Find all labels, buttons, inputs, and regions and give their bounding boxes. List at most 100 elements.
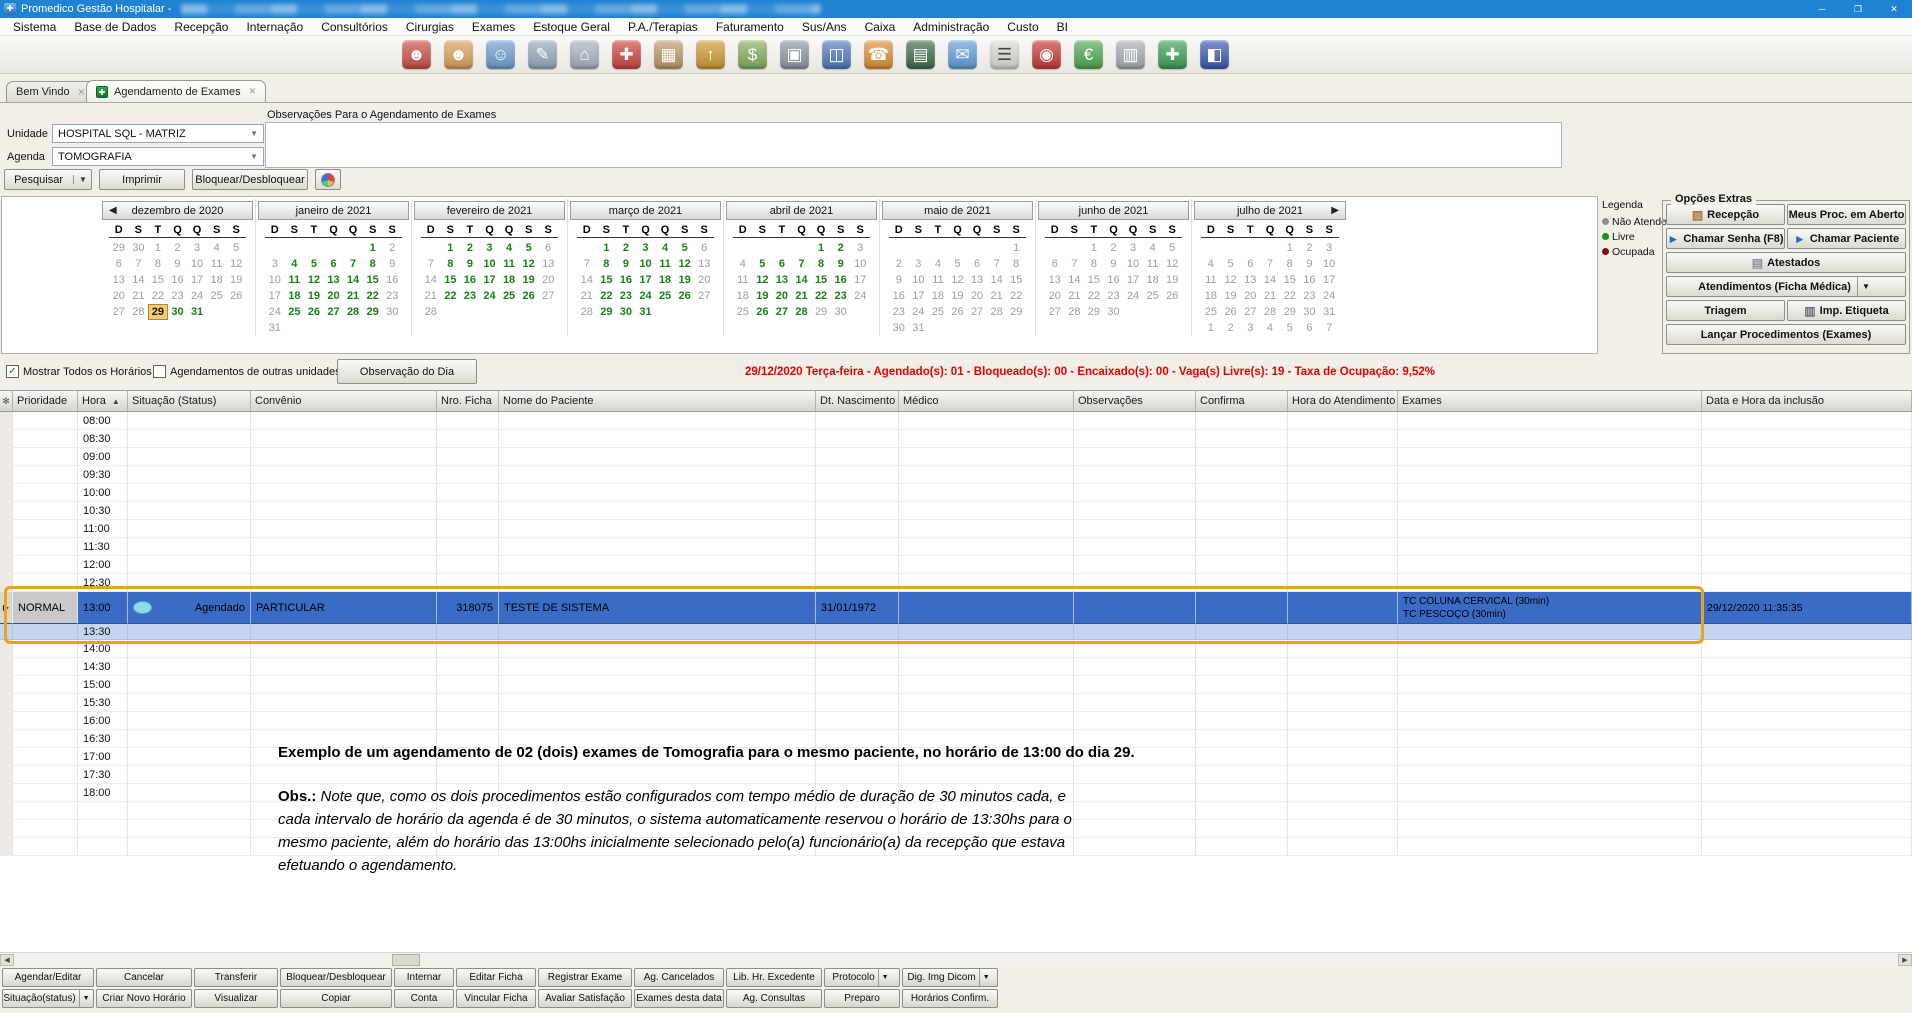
- month-header[interactable]: fevereiro de 2021: [414, 201, 565, 220]
- calendar-next-icon[interactable]: ▶: [1331, 205, 1339, 216]
- day-cell[interactable]: 23: [168, 288, 188, 304]
- time-slot-row[interactable]: 11:00: [0, 520, 1912, 538]
- day-cell[interactable]: 8: [148, 256, 168, 272]
- day-cell[interactable]: 4: [1143, 240, 1163, 256]
- day-cell[interactable]: 12: [753, 272, 773, 288]
- day-cell[interactable]: 13: [538, 256, 558, 272]
- day-cell[interactable]: 25: [1143, 288, 1163, 304]
- menu-item-12[interactable]: Administração: [904, 18, 998, 36]
- month-header[interactable]: julho de 2021▶: [1194, 201, 1346, 220]
- cancelar-button[interactable]: Cancelar: [96, 968, 192, 987]
- day-cell[interactable]: 24: [1123, 288, 1143, 304]
- minimize-button[interactable]: ─: [1804, 0, 1840, 18]
- day-cell[interactable]: 15: [811, 272, 831, 288]
- day-cell[interactable]: 1: [597, 240, 617, 256]
- column-header-nro-ficha[interactable]: Nro. Ficha: [437, 391, 499, 411]
- day-cell[interactable]: 28: [577, 304, 597, 320]
- day-cell[interactable]: 26: [753, 304, 773, 320]
- day-cell[interactable]: 1: [1084, 240, 1104, 256]
- transferir-button[interactable]: Transferir: [194, 968, 278, 987]
- day-cell[interactable]: 19: [304, 288, 324, 304]
- day-cell[interactable]: 20: [1045, 288, 1065, 304]
- day-cell[interactable]: 21: [1260, 288, 1280, 304]
- day-cell[interactable]: 20: [1240, 288, 1260, 304]
- day-cell[interactable]: 29: [1006, 304, 1026, 320]
- day-cell[interactable]: 21: [343, 288, 363, 304]
- day-cell[interactable]: 9: [831, 256, 851, 272]
- day-cell[interactable]: 14: [1260, 272, 1280, 288]
- day-cell[interactable]: 12: [675, 256, 695, 272]
- day-cell[interactable]: 21: [577, 288, 597, 304]
- day-cell[interactable]: 30: [382, 304, 402, 320]
- day-cell[interactable]: 17: [636, 272, 656, 288]
- day-cell[interactable]: 9: [382, 256, 402, 272]
- scroll-left-icon[interactable]: ◀: [0, 954, 14, 966]
- day-cell[interactable]: 30: [168, 304, 188, 320]
- chamar-paciente-button[interactable]: ►Chamar Paciente: [1787, 228, 1906, 249]
- imprimir-button[interactable]: Imprimir: [99, 169, 185, 190]
- day-cell[interactable]: 20: [694, 272, 714, 288]
- day-cell[interactable]: 30: [616, 304, 636, 320]
- day-cell[interactable]: 1: [148, 240, 168, 256]
- time-slot-row[interactable]: 08:30: [0, 430, 1912, 448]
- menu-item-5[interactable]: Cirurgias: [397, 18, 463, 36]
- day-cell[interactable]: 13: [772, 272, 792, 288]
- time-slot-row[interactable]: 11:30: [0, 538, 1912, 556]
- day-cell[interactable]: 4: [499, 240, 519, 256]
- day-cell[interactable]: 7: [1260, 256, 1280, 272]
- day-cell[interactable]: 9: [616, 256, 636, 272]
- chevron-down-icon[interactable]: ▼: [73, 175, 92, 184]
- day-cell[interactable]: 19: [226, 272, 246, 288]
- day-cell[interactable]: 30: [1300, 304, 1320, 320]
- day-cell[interactable]: 15: [1006, 272, 1026, 288]
- triagem-button[interactable]: Triagem: [1666, 300, 1785, 321]
- time-slot-row[interactable]: 10:30: [0, 502, 1912, 520]
- day-cell[interactable]: 10: [850, 256, 870, 272]
- day-cell[interactable]: 14: [421, 272, 441, 288]
- column-header-hora-do-atendimento[interactable]: Hora do Atendimento: [1288, 391, 1398, 411]
- day-cell[interactable]: 28: [987, 304, 1007, 320]
- day-cell[interactable]: 13: [1045, 272, 1065, 288]
- day-cell[interactable]: 6: [1240, 256, 1260, 272]
- day-cell[interactable]: 21: [987, 288, 1007, 304]
- visualizar-button[interactable]: Visualizar: [194, 989, 278, 1008]
- meus-proc-em-aberto-button[interactable]: Meus Proc. em Aberto: [1787, 204, 1906, 225]
- chevron-down-icon[interactable]: ▼: [878, 969, 892, 986]
- lan-ar-procedimentos-exames-button[interactable]: Lançar Procedimentos (Exames): [1666, 324, 1906, 345]
- day-cell[interactable]: 4: [207, 240, 227, 256]
- criar-novo-hor-rio-button[interactable]: Criar Novo Horário: [96, 989, 192, 1008]
- day-cell[interactable]: 3: [1319, 240, 1339, 256]
- day-cell[interactable]: 28: [343, 304, 363, 320]
- day-cell[interactable]: 18: [928, 288, 948, 304]
- atendimentos-ficha-m-dica-button[interactable]: Atendimentos (Ficha Médica)▼: [1666, 276, 1906, 297]
- day-cell[interactable]: 12: [519, 256, 539, 272]
- day-cell[interactable]: 23: [831, 288, 851, 304]
- day-cell[interactable]: 1: [363, 240, 383, 256]
- day-cell[interactable]: 17: [909, 288, 929, 304]
- column-header-dt-nascimento[interactable]: Dt. Nascimento: [816, 391, 899, 411]
- day-cell[interactable]: 12: [226, 256, 246, 272]
- finance-up-icon[interactable]: ↑: [696, 40, 725, 69]
- pesquisar-button[interactable]: Pesquisar ▼: [4, 169, 92, 190]
- day-cell[interactable]: 29: [597, 304, 617, 320]
- day-cell[interactable]: 20: [538, 272, 558, 288]
- day-cell[interactable]: 30: [831, 304, 851, 320]
- day-cell[interactable]: 12: [1221, 272, 1241, 288]
- day-cell[interactable]: 26: [675, 288, 695, 304]
- day-cell[interactable]: 27: [1045, 304, 1065, 320]
- day-cell[interactable]: 4: [285, 256, 305, 272]
- day-cell[interactable]: 24: [850, 288, 870, 304]
- day-cell[interactable]: 23: [616, 288, 636, 304]
- recep-o-button[interactable]: ▨Recepção: [1666, 204, 1785, 225]
- show-all-times-checkbox[interactable]: [6, 365, 19, 378]
- close-button[interactable]: ✕: [1876, 0, 1912, 18]
- day-cell[interactable]: 30: [129, 240, 149, 256]
- day-cell[interactable]: 12: [1162, 256, 1182, 272]
- menu-item-9[interactable]: Faturamento: [707, 18, 793, 36]
- day-cell[interactable]: 18: [207, 272, 227, 288]
- day-cell[interactable]: 27: [324, 304, 344, 320]
- day-cell[interactable]: 2: [889, 256, 909, 272]
- day-cell[interactable]: 24: [909, 304, 929, 320]
- day-cell[interactable]: 26: [1162, 288, 1182, 304]
- day-cell[interactable]: 1: [811, 240, 831, 256]
